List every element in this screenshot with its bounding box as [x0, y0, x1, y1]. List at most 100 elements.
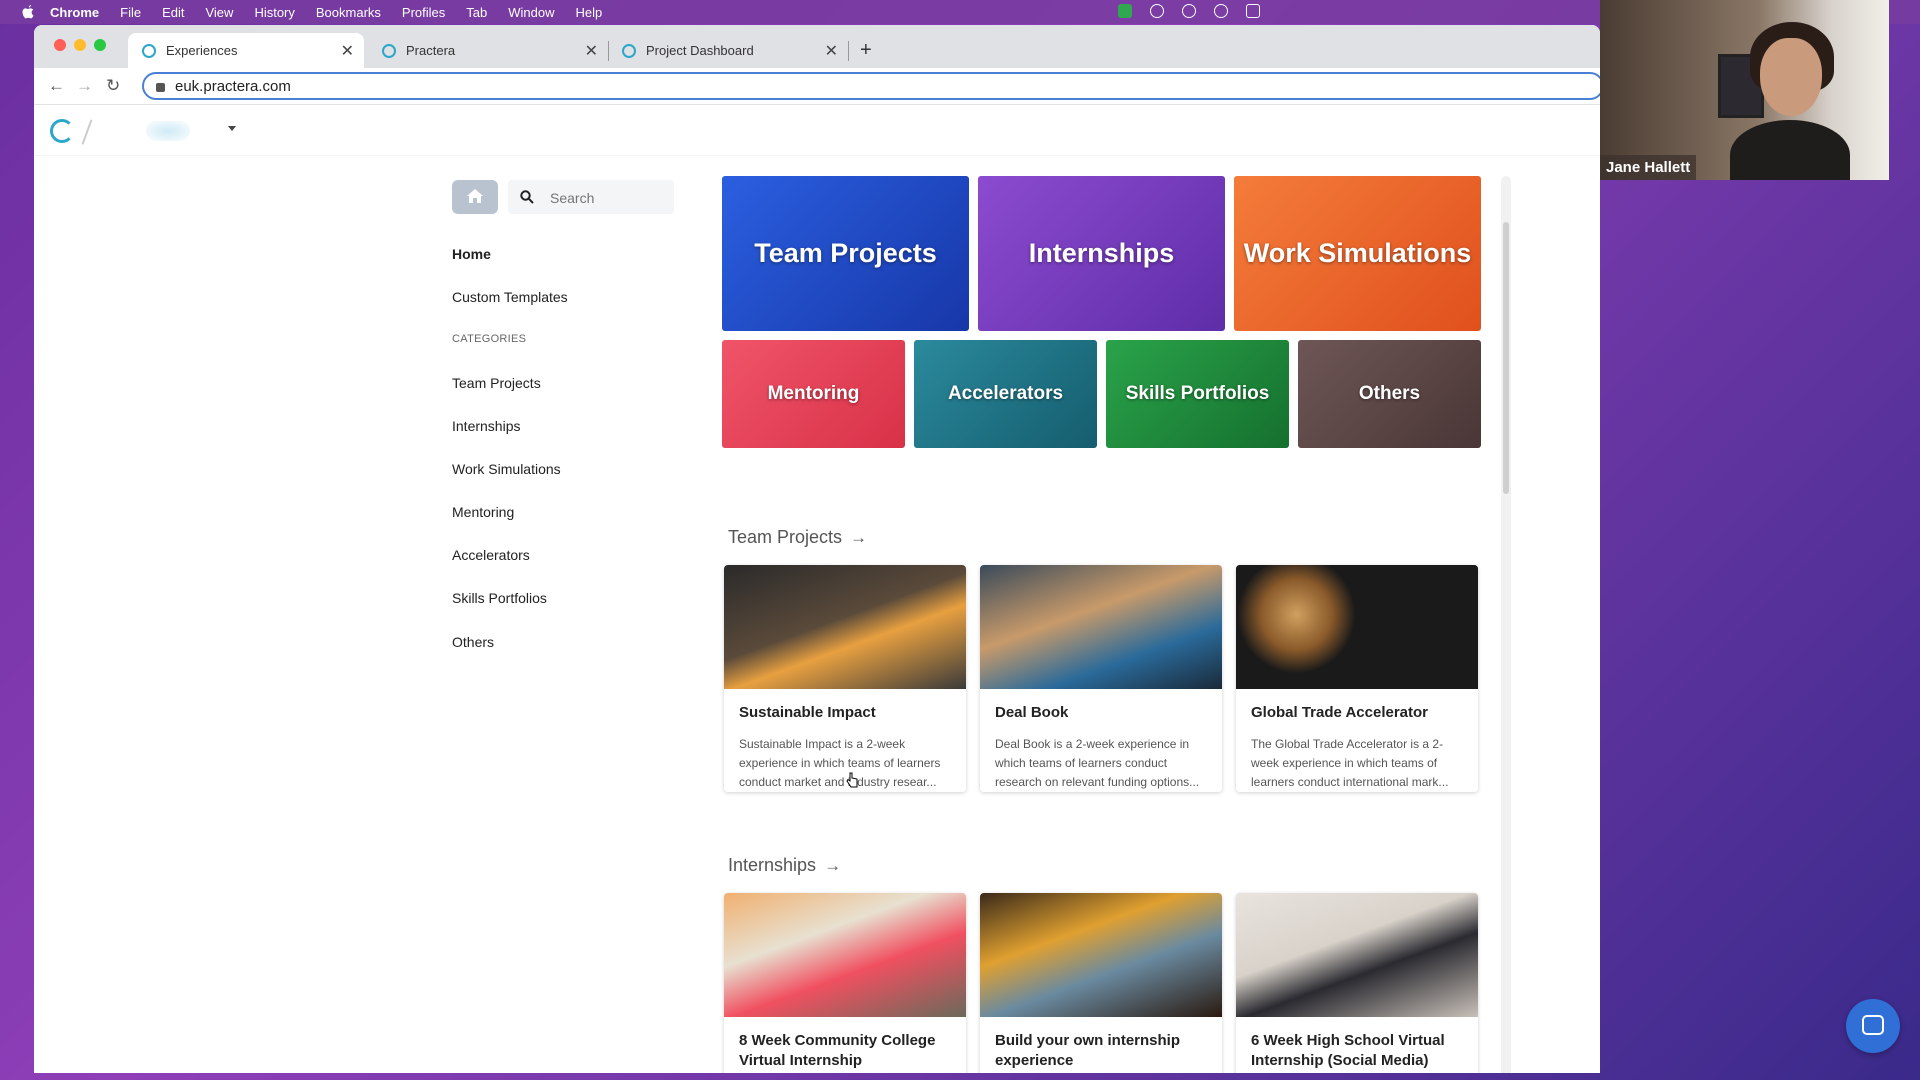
status-tray [1118, 4, 1260, 18]
experience-card[interactable]: Sustainable Impact Sustainable Impact is… [724, 565, 966, 792]
tab-practera[interactable]: Practera ✕ [368, 33, 609, 68]
menu-help[interactable]: Help [576, 5, 603, 20]
menu-window[interactable]: Window [508, 5, 554, 20]
home-button[interactable] [452, 180, 498, 214]
screen-share-icon[interactable] [1150, 4, 1164, 18]
card-image [724, 893, 966, 1017]
tab-experiences[interactable]: Experiences ✕ [128, 33, 364, 68]
url-field[interactable]: euk.practera.com [142, 72, 1600, 100]
tile-label: Internships [1028, 238, 1175, 268]
close-tab-icon[interactable]: ✕ [585, 41, 598, 61]
close-tab-icon[interactable]: ✕ [341, 41, 354, 61]
tile-work-simulations[interactable]: Work Simulations [1234, 176, 1481, 331]
arrow-right-icon: → [824, 855, 842, 875]
categories-heading: CATEGORIES [452, 333, 527, 345]
tile-label: Accelerators [947, 383, 1064, 404]
menu-history[interactable]: History [254, 5, 294, 20]
participant-name: Jane Hallett [1600, 155, 1697, 180]
tab-title: Practera [406, 43, 456, 58]
play-icon[interactable] [1182, 4, 1196, 18]
chat-launcher-button[interactable] [1846, 999, 1900, 1053]
card-image [980, 893, 1222, 1017]
card-description: Sustainable Impact is a 2-week experienc… [739, 737, 941, 789]
arrow-right-icon: → [850, 527, 868, 547]
sidebar-item-team-projects[interactable]: Team Projects [452, 375, 541, 391]
url-text: euk.practera.com [175, 77, 291, 95]
sidebar-item-home[interactable]: Home [452, 246, 491, 262]
forward-icon[interactable]: → [76, 76, 93, 96]
card-title: 6 Week High School Virtual Internship (S… [1251, 1032, 1445, 1069]
sidebar-item-mentoring[interactable]: Mentoring [452, 504, 514, 520]
sidebar-item-skills-portfolios[interactable]: Skills Portfolios [452, 590, 547, 606]
sidebar-item-work-simulations[interactable]: Work Simulations [452, 461, 561, 477]
tile-mentoring[interactable]: Mentoring [722, 340, 905, 448]
menu-edit[interactable]: Edit [162, 5, 184, 20]
tile-label: Skills Portfolios [1125, 383, 1270, 404]
close-window-icon[interactable] [54, 39, 66, 51]
card-title: Sustainable Impact [739, 704, 876, 721]
back-icon[interactable]: ← [48, 76, 65, 96]
tab-strip: Experiences ✕ Practera ✕ Project Dashboa… [34, 25, 1600, 68]
tile-team-projects[interactable]: Team Projects [722, 176, 969, 331]
browser-window: Experiences ✕ Practera ✕ Project Dashboa… [34, 25, 1600, 1073]
practera-logo-icon[interactable] [50, 119, 74, 143]
search-icon [520, 190, 534, 204]
new-tab-button[interactable]: + [860, 39, 872, 62]
card-image [1236, 565, 1478, 689]
practera-favicon-icon [142, 43, 156, 58]
bluetooth-icon[interactable] [1246, 4, 1260, 18]
video-call-overlay: Jane Hallett [1600, 0, 1889, 180]
experiences-page: Home Custom Templates CATEGORIES Team Pr… [34, 156, 1600, 1073]
sidebar-item-custom-templates[interactable]: Custom Templates [452, 289, 568, 305]
scrollbar-thumb[interactable] [1503, 222, 1509, 494]
tab-project-dashboard[interactable]: Project Dashboard ✕ [608, 33, 849, 68]
card-image [980, 565, 1222, 689]
menu-profiles[interactable]: Profiles [402, 5, 445, 20]
address-bar: ← → ↻ euk.practera.com [34, 68, 1600, 105]
participant-face [1760, 38, 1822, 116]
tile-label: Mentoring [767, 383, 860, 404]
sidebar-item-others[interactable]: Others [452, 634, 494, 650]
tile-accelerators[interactable]: Accelerators [914, 340, 1097, 448]
app-header [34, 105, 1600, 155]
menu-file[interactable]: File [120, 5, 141, 20]
experience-card[interactable]: Build your own internship experience [980, 893, 1222, 1073]
sidebar-item-internships[interactable]: Internships [452, 418, 520, 434]
organization-logo[interactable] [146, 121, 190, 141]
menu-bookmarks[interactable]: Bookmarks [316, 5, 381, 20]
experience-card[interactable]: Deal Book Deal Book is a 2-week experien… [980, 565, 1222, 792]
home-icon [467, 189, 483, 203]
tile-label: Team Projects [754, 238, 937, 268]
search-input[interactable] [548, 186, 672, 210]
hand-cursor-icon [846, 772, 858, 788]
app-status-icon[interactable] [1118, 4, 1132, 18]
tab-title: Project Dashboard [646, 43, 754, 58]
menu-view[interactable]: View [205, 5, 233, 20]
tile-internships[interactable]: Internships [978, 176, 1225, 331]
close-tab-icon[interactable]: ✕ [825, 41, 838, 61]
experience-card[interactable]: 6 Week High School Virtual Internship (S… [1236, 893, 1478, 1073]
sidebar-item-accelerators[interactable]: Accelerators [452, 547, 530, 563]
maximize-window-icon[interactable] [94, 39, 106, 51]
experience-card[interactable]: Global Trade Accelerator The Global Trad… [1236, 565, 1478, 792]
tile-skills-portfolios[interactable]: Skills Portfolios [1106, 340, 1289, 448]
card-description: The Global Trade Accelerator is a 2-week… [1251, 737, 1449, 789]
window-controls [54, 39, 106, 51]
section-title-team-projects[interactable]: Team Projects → [728, 527, 867, 548]
card-title: Deal Book [995, 704, 1069, 721]
menu-tab[interactable]: Tab [466, 5, 487, 20]
chevron-down-icon[interactable] [228, 126, 236, 131]
card-title: Global Trade Accelerator [1251, 704, 1429, 721]
experience-card[interactable]: 8 Week Community College Virtual Interns… [724, 893, 966, 1073]
minimize-window-icon[interactable] [74, 39, 86, 51]
card-title: Build your own internship experience [995, 1032, 1180, 1069]
headphones-icon[interactable] [1214, 4, 1228, 18]
card-image [1236, 893, 1478, 1017]
menu-chrome[interactable]: Chrome [50, 5, 99, 20]
reload-icon[interactable]: ↻ [106, 76, 120, 96]
apple-icon[interactable] [20, 4, 36, 20]
card-image [724, 565, 966, 689]
tile-others[interactable]: Others [1298, 340, 1481, 448]
lock-icon [156, 82, 165, 92]
section-title-internships[interactable]: Internships → [728, 855, 841, 876]
